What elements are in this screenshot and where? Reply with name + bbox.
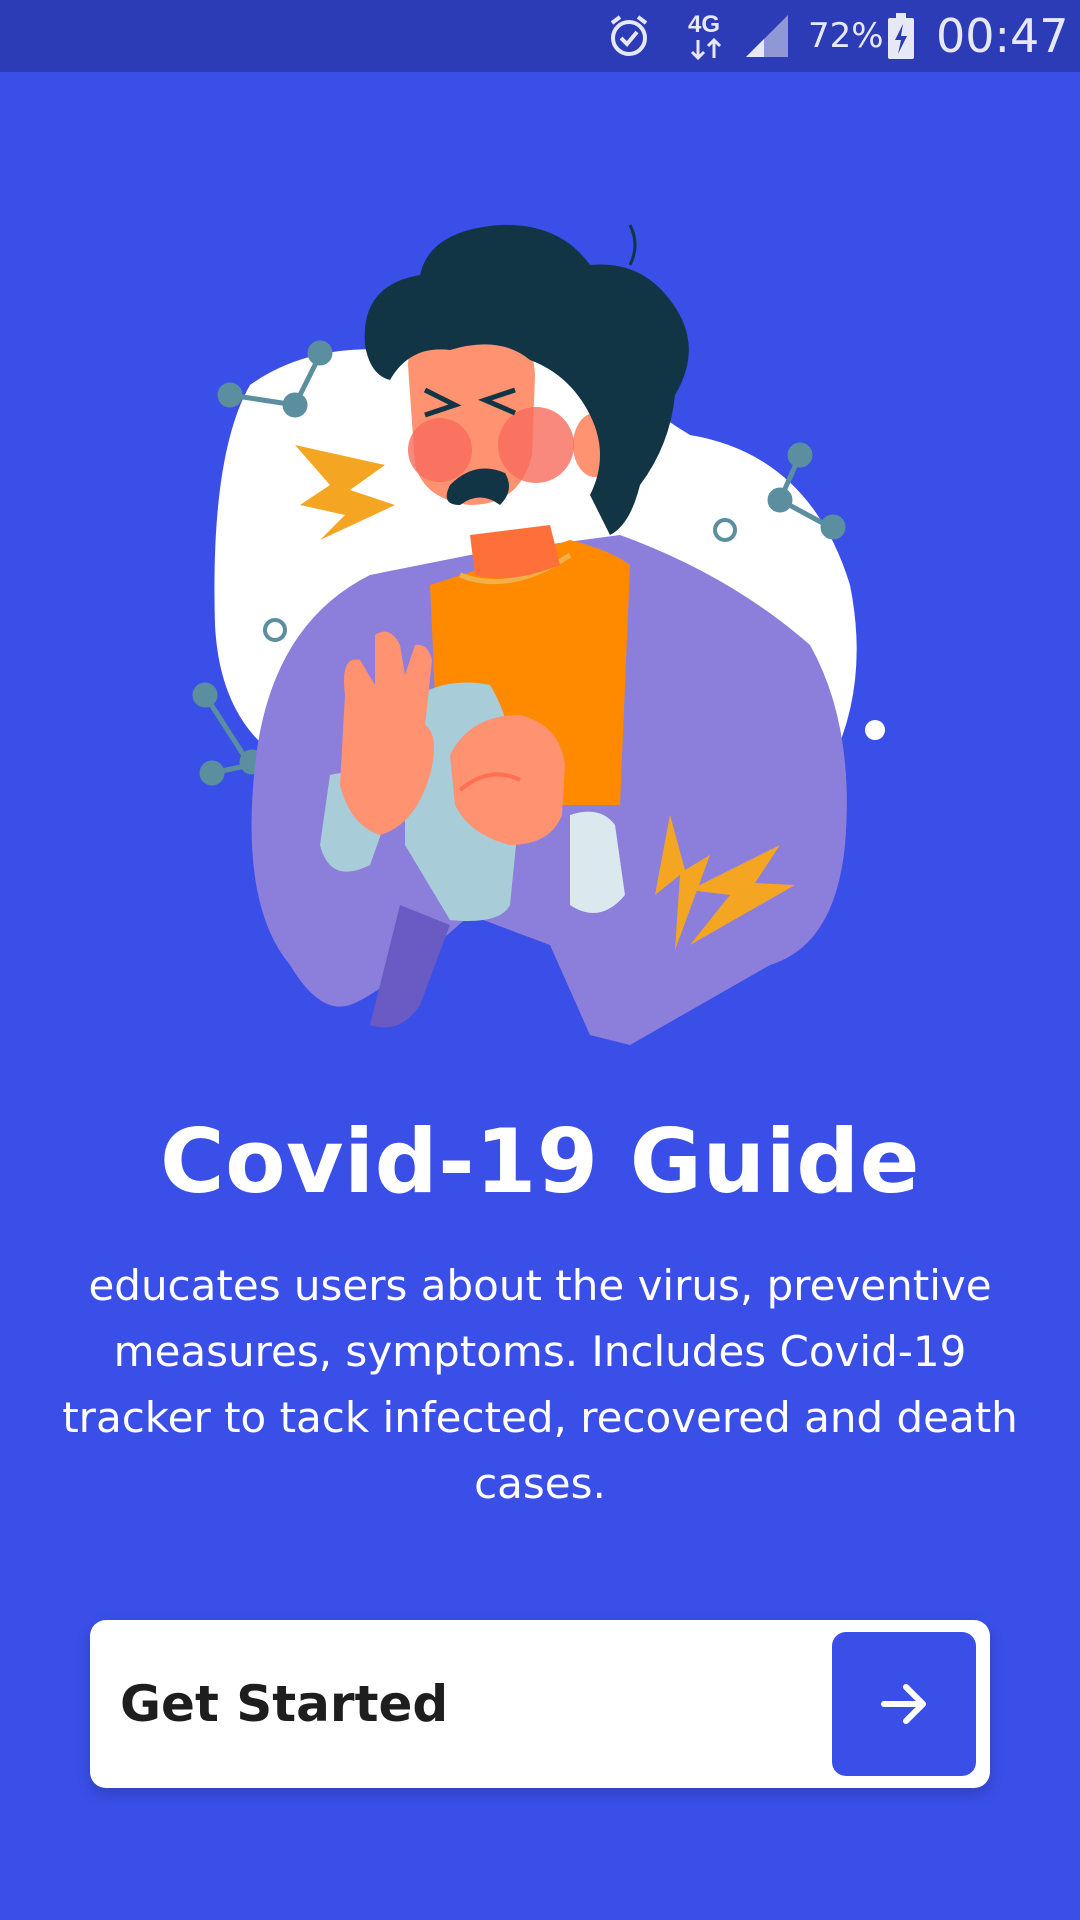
svg-text:4G: 4G [688, 11, 720, 38]
arrow-right-icon [881, 1684, 926, 1724]
next-arrow-button[interactable] [832, 1632, 976, 1776]
battery-percent: 72% [808, 16, 884, 56]
page-title: Covid-19 Guide [160, 1110, 920, 1213]
alarm-icon [606, 0, 662, 72]
sick-person-illustration [170, 205, 910, 1055]
status-bar: 4G 72% 00:47 [0, 0, 1080, 72]
get-started-button[interactable]: Get Started [90, 1620, 990, 1788]
network-4g-icon: 4G [684, 0, 736, 72]
battery-charging-icon [886, 0, 918, 72]
onboarding-screen: 4G 72% 00:47 Covid-19 Guide educates use… [0, 0, 1080, 1920]
signal-icon [742, 0, 796, 72]
get-started-label: Get Started [120, 1675, 449, 1733]
status-time: 00:47 [936, 9, 1069, 63]
app-description: educates users about the virus, preventi… [62, 1261, 1018, 1508]
